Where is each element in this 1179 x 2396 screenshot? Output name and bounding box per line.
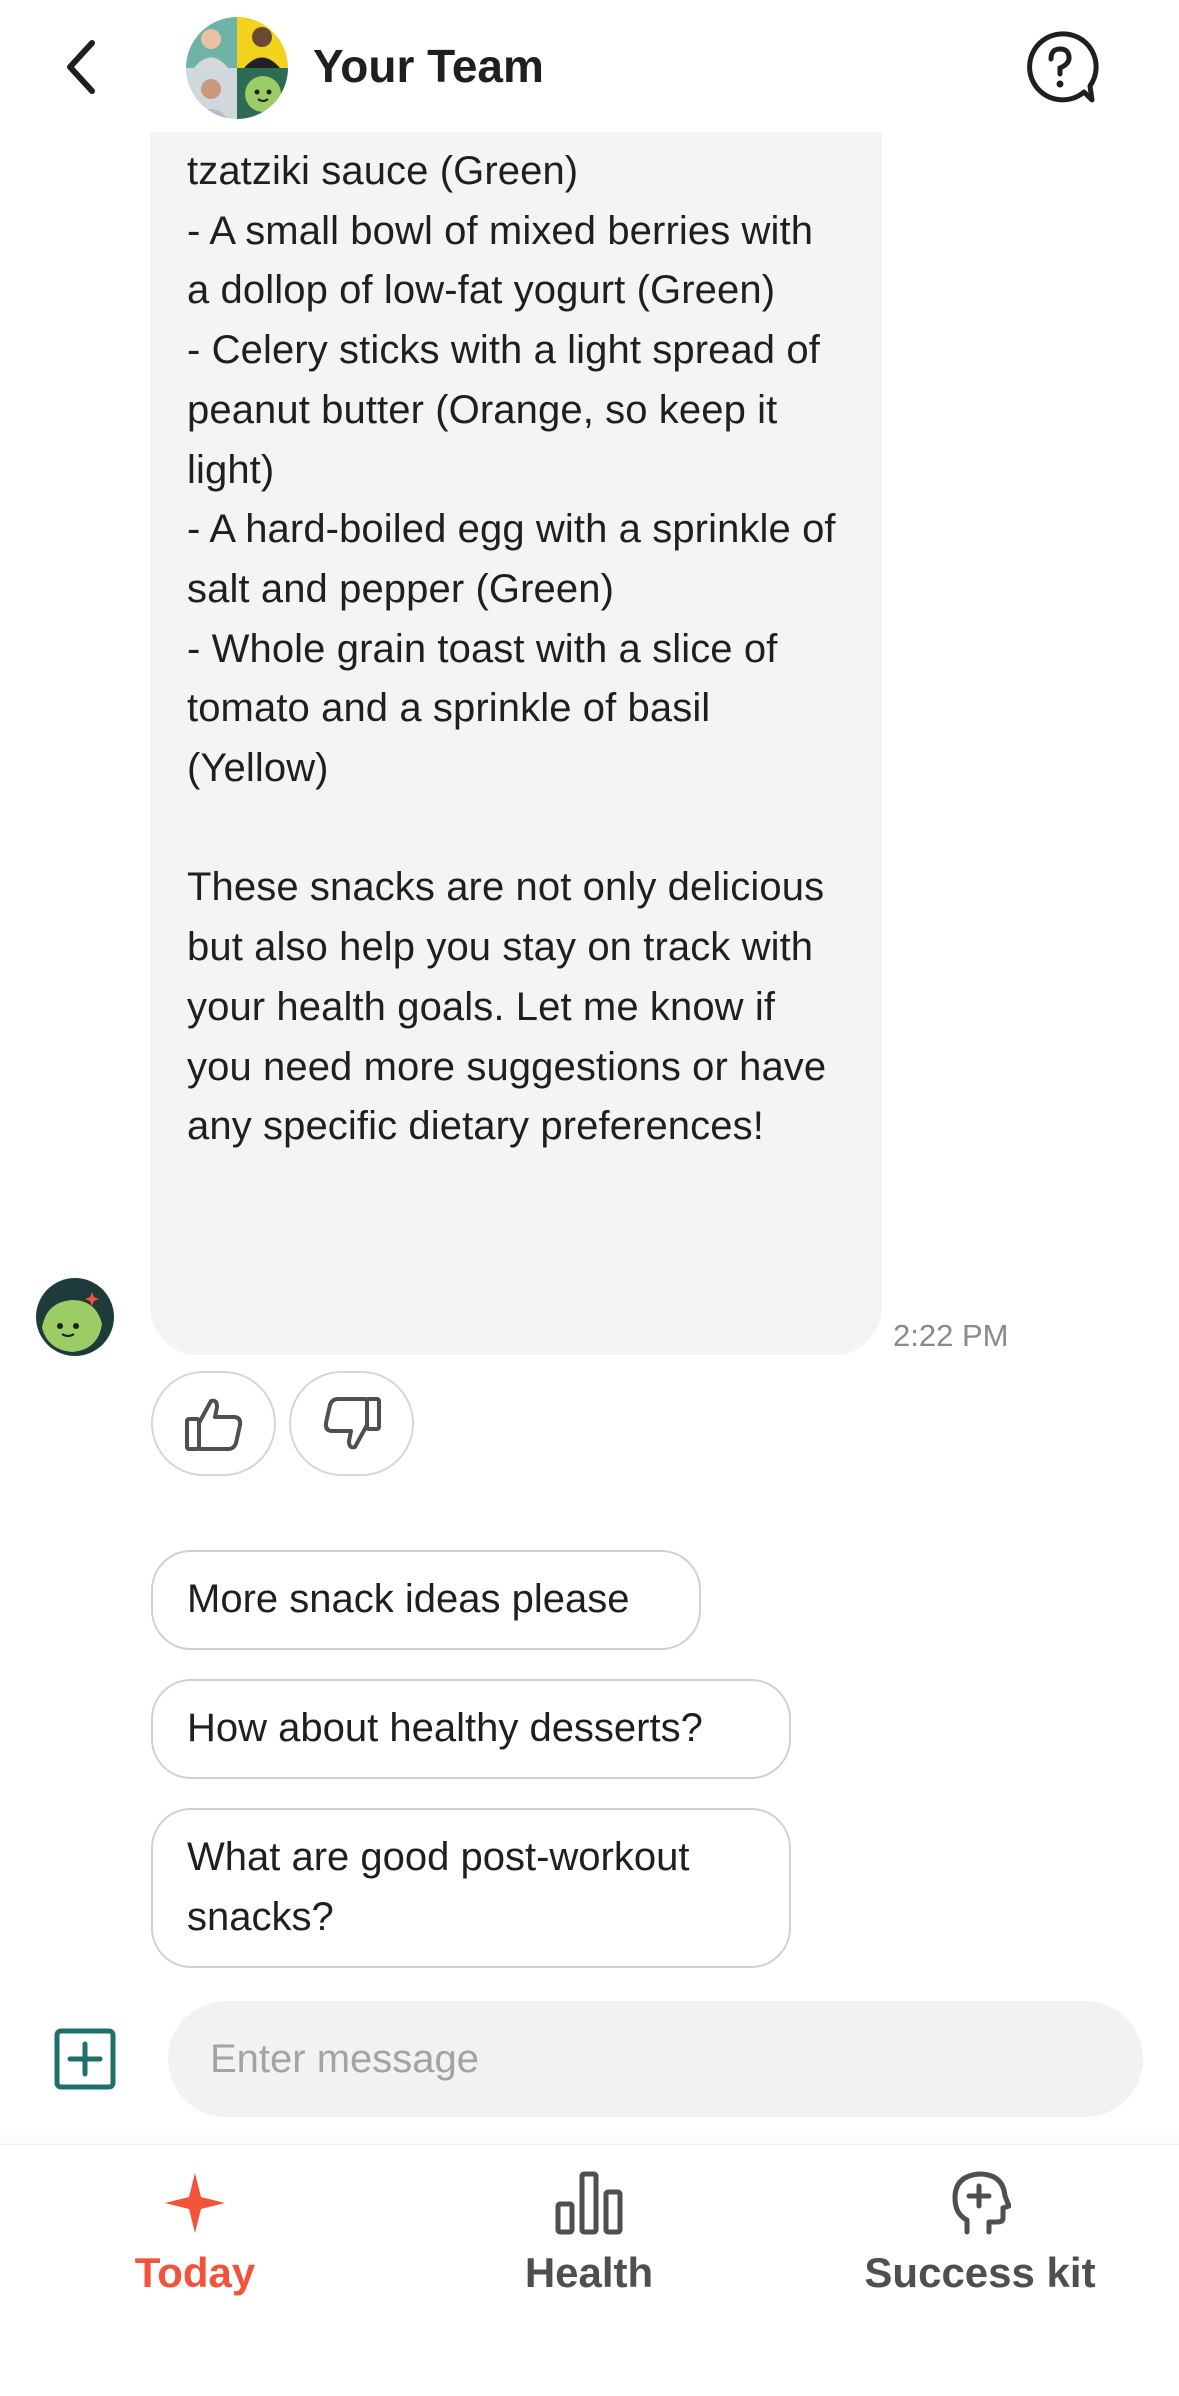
tab-health-label: Health <box>524 2249 654 2296</box>
chevron-left-icon <box>67 40 95 94</box>
bar-chart-icon <box>555 2171 623 2235</box>
add-attachment-button[interactable] <box>54 2028 116 2090</box>
thumbs-down-icon <box>323 1396 381 1449</box>
back-button[interactable] <box>52 32 112 102</box>
suggestion-chip[interactable]: What are good post-workout snacks? <box>151 1808 791 1968</box>
tab-today-label: Today <box>134 2249 256 2296</box>
chat-header: Your Team <box>0 0 1179 132</box>
help-button[interactable] <box>1020 28 1100 108</box>
suggestion-chip[interactable]: More snack ideas please <box>151 1550 701 1650</box>
tab-success-kit-label: Success kit <box>864 2249 1096 2296</box>
chat-screen: tzatziki sauce (Green) - A small bowl of… <box>0 0 1179 2396</box>
suggestion-label: More snack ideas please <box>187 1577 630 1622</box>
question-bubble-icon <box>1027 31 1099 103</box>
tab-today[interactable]: Today <box>45 2167 345 2307</box>
suggestion-label: What are good post-workout snacks? <box>187 1835 690 1939</box>
suggestion-label: How about healthy desserts? <box>187 1706 703 1751</box>
plus-square-icon <box>54 2028 116 2090</box>
tab-health[interactable]: Health <box>439 2167 739 2307</box>
team-avatar-collage <box>186 17 288 119</box>
team-avatar[interactable] <box>186 17 288 119</box>
bot-message-bubble: tzatziki sauce (Green) - A small bowl of… <box>150 100 882 1355</box>
thumbs-up-button[interactable] <box>151 1371 276 1476</box>
page-title: Your Team <box>313 40 544 92</box>
thumbs-up-icon <box>184 1398 242 1451</box>
suggestion-chip[interactable]: How about healthy desserts? <box>151 1679 791 1779</box>
bottom-nav: Today Health Success kit <box>0 2144 1179 2396</box>
bot-avatar <box>36 1278 114 1356</box>
tab-success-kit[interactable]: Success kit <box>830 2167 1130 2307</box>
message-input[interactable] <box>168 2001 1143 2117</box>
sparkle-icon <box>165 2173 225 2233</box>
bot-message-text: tzatziki sauce (Green) - A small bowl of… <box>187 149 836 1149</box>
bot-avatar-icon <box>36 1278 114 1356</box>
head-plus-icon <box>952 2171 1011 2235</box>
message-timestamp: 2:22 PM <box>893 1318 1009 1353</box>
thumbs-down-button[interactable] <box>289 1371 414 1476</box>
